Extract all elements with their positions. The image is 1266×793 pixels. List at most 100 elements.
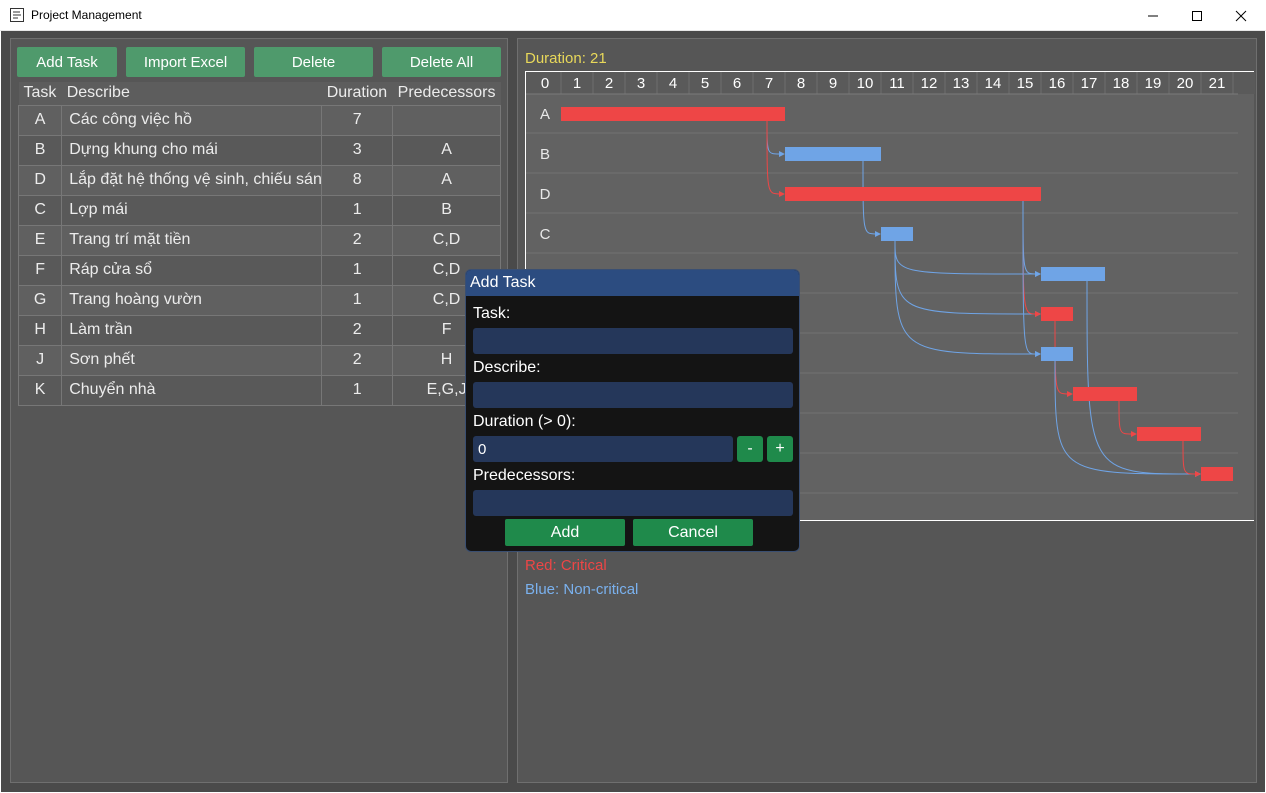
dependency-arrow — [1022, 200, 1037, 355]
close-button[interactable] — [1218, 0, 1264, 31]
table-row[interactable]: E Trang trí mặt tiền 2 C,D — [17, 224, 501, 256]
cell-describe[interactable]: Các công việc hồ — [61, 104, 323, 136]
cell-duration[interactable]: 1 — [321, 194, 394, 226]
cell-task[interactable]: G — [17, 284, 63, 316]
delete-button[interactable]: Delete — [254, 47, 373, 77]
duration-input[interactable] — [473, 436, 733, 462]
cell-task[interactable]: A — [17, 104, 63, 136]
describe-input[interactable] — [473, 382, 793, 408]
cell-duration[interactable]: 8 — [321, 164, 394, 196]
arrow-head — [1131, 431, 1137, 437]
time-label: 5 — [701, 75, 709, 92]
cell-task[interactable]: B — [17, 134, 63, 166]
table-row[interactable]: B Dựng khung cho mái 3 A — [17, 134, 501, 166]
duration-label: Duration (> 0): — [473, 413, 576, 430]
table-row[interactable]: G Trang hoàng vườn 1 C,D — [17, 284, 501, 316]
gantt-bar-e — [1041, 267, 1105, 281]
gantt-bar-g — [1041, 347, 1073, 361]
cell-describe[interactable]: Chuyển nhà — [61, 374, 323, 406]
table-row[interactable]: C Lợp mái 1 B — [17, 194, 501, 226]
cell-predecessors[interactable]: C,D — [392, 224, 501, 256]
task-row-label: B — [540, 146, 550, 163]
cell-task[interactable]: D — [17, 164, 63, 196]
cell-predecessors[interactable] — [392, 104, 501, 136]
gantt-bar-h — [1073, 387, 1137, 401]
table-row[interactable]: D Lắp đặt hệ thống vệ sinh, chiếu sáng 8 A — [17, 164, 501, 196]
cell-describe[interactable]: Lắp đặt hệ thống vệ sinh, chiếu sáng — [61, 164, 323, 196]
time-label: 15 — [1017, 75, 1034, 92]
time-label: 20 — [1177, 75, 1194, 92]
delete-all-button[interactable]: Delete All — [382, 47, 501, 77]
cell-task[interactable]: J — [17, 344, 63, 376]
cell-duration[interactable]: 2 — [321, 314, 394, 346]
task-row-label: A — [540, 106, 550, 123]
gantt-bar-c — [881, 227, 913, 241]
time-label: 16 — [1049, 75, 1066, 92]
arrow-head — [875, 231, 881, 237]
arrow-head — [1035, 351, 1041, 357]
table-row[interactable]: K Chuyển nhà 1 E,G,J — [17, 374, 501, 406]
minimize-button[interactable] — [1130, 0, 1176, 31]
legend-noncritical: Blue: Non-critical — [525, 581, 639, 598]
table-row[interactable]: F Ráp cửa sổ 1 C,D — [17, 254, 501, 286]
task-table[interactable]: Task Describe Duration Predecessors A Các… — [17, 82, 501, 406]
cell-predecessors[interactable]: B — [392, 194, 501, 226]
dialog-add-button[interactable]: Add — [505, 519, 625, 546]
cell-describe[interactable]: Ráp cửa sổ — [61, 254, 323, 286]
app-icon — [10, 8, 24, 22]
add-task-button[interactable]: Add Task — [17, 47, 117, 77]
cell-task[interactable]: H — [17, 314, 63, 346]
column-header-task[interactable]: Task — [18, 82, 62, 105]
cell-task[interactable]: K — [17, 374, 63, 406]
time-label: 3 — [637, 75, 645, 92]
column-header-duration[interactable]: Duration — [321, 82, 393, 105]
cell-task[interactable]: E — [17, 224, 63, 256]
column-header-predecessors[interactable]: Predecessors — [392, 82, 501, 105]
gantt-bar-f — [1041, 307, 1073, 321]
task-input[interactable] — [473, 328, 793, 354]
cell-duration[interactable]: 1 — [321, 284, 394, 316]
gantt-bar-b — [785, 147, 881, 161]
minimize-icon — [1148, 15, 1158, 16]
cell-duration[interactable]: 2 — [321, 344, 394, 376]
cell-describe[interactable]: Làm trần — [61, 314, 323, 346]
cell-predecessors[interactable]: A — [392, 134, 501, 166]
cell-describe[interactable]: Sơn phết — [61, 344, 323, 376]
cell-duration[interactable]: 1 — [321, 254, 394, 286]
dialog-title-bar[interactable]: Add Task — [466, 270, 799, 296]
time-label: 18 — [1113, 75, 1130, 92]
dialog-title: Add Task — [470, 274, 536, 291]
duration-decrement-button[interactable]: - — [737, 436, 763, 462]
time-label: 4 — [669, 75, 677, 92]
column-header-describe[interactable]: Describe — [61, 82, 322, 105]
predecessors-label: Predecessors: — [473, 467, 576, 484]
cell-describe[interactable]: Trang hoàng vườn — [61, 284, 323, 316]
cell-describe[interactable]: Dựng khung cho mái — [61, 134, 323, 166]
dialog-cancel-button[interactable]: Cancel — [633, 519, 753, 546]
table-row[interactable]: J Sơn phết 2 H — [17, 344, 501, 376]
cell-predecessors[interactable]: A — [392, 164, 501, 196]
gantt-bar-j — [1137, 427, 1201, 441]
arrow-head — [1035, 271, 1041, 277]
cell-describe[interactable]: Lợp mái — [61, 194, 323, 226]
maximize-button[interactable] — [1174, 0, 1220, 31]
import-excel-button[interactable]: Import Excel — [126, 47, 245, 77]
cell-duration[interactable]: 3 — [321, 134, 394, 166]
cell-duration[interactable]: 2 — [321, 224, 394, 256]
duration-increment-button[interactable]: + — [767, 436, 793, 462]
cell-duration[interactable]: 1 — [321, 374, 394, 406]
close-icon — [1235, 10, 1247, 21]
arrow-head — [779, 191, 785, 197]
predecessors-input[interactable] — [473, 490, 793, 516]
time-label: 21 — [1209, 75, 1226, 92]
table-row[interactable]: H Làm trần 2 F — [17, 314, 501, 346]
table-header-row: Task Describe Duration Predecessors — [18, 82, 501, 105]
cell-task[interactable]: F — [17, 254, 63, 286]
time-label: 17 — [1081, 75, 1098, 92]
table-row[interactable]: A Các công việc hồ 7 — [17, 104, 501, 136]
window-title: Project Management — [31, 8, 142, 22]
dependency-arrow — [1118, 400, 1133, 435]
cell-describe[interactable]: Trang trí mặt tiền — [61, 224, 323, 256]
cell-task[interactable]: C — [17, 194, 63, 226]
cell-duration[interactable]: 7 — [321, 104, 394, 136]
